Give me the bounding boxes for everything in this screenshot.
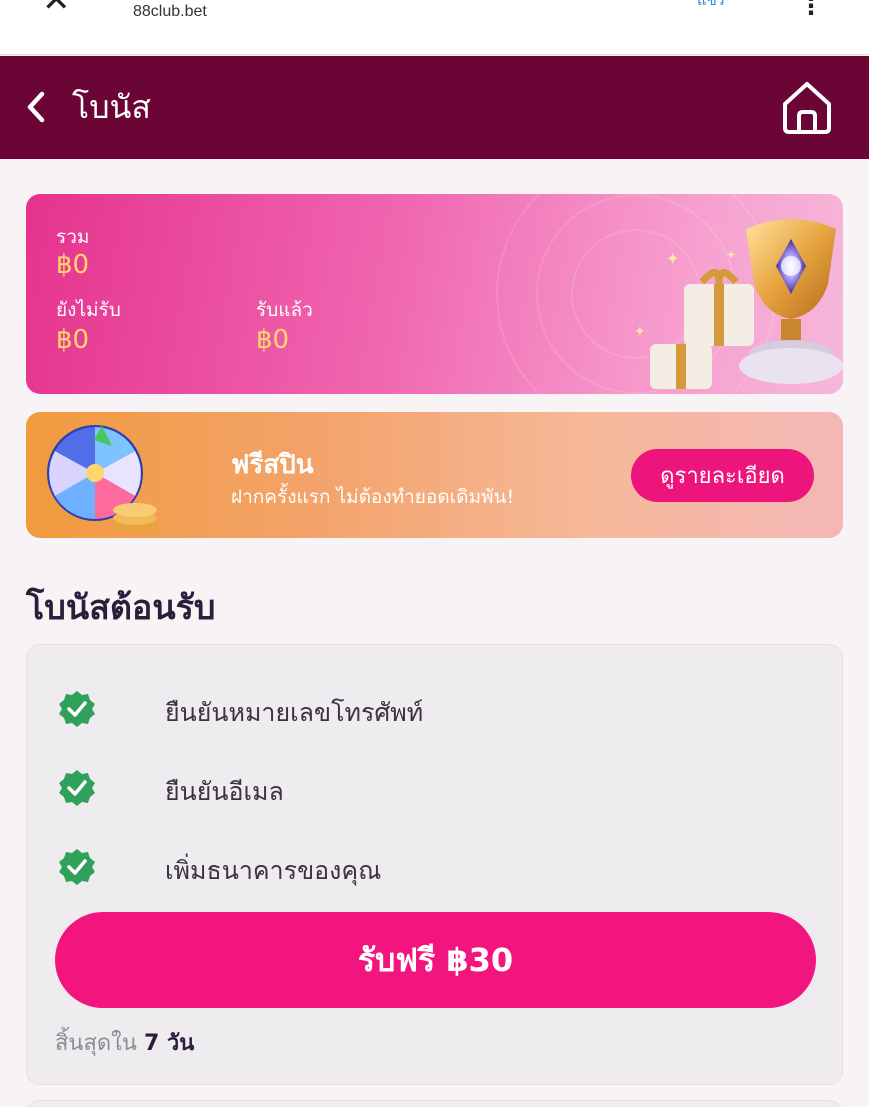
close-tab-icon[interactable]: ✕ bbox=[42, 0, 82, 17]
chevron-left-icon bbox=[27, 91, 45, 123]
task-label: ยืนยันอีเมล bbox=[165, 777, 284, 806]
browser-menu-icon[interactable]: ⋮ bbox=[799, 0, 823, 20]
page-title: โบนัส bbox=[72, 88, 151, 126]
task-item-verify-phone: ยืนยันหมายเลขโทรศัพท์ bbox=[57, 687, 797, 731]
claimed-label: รับแล้ว bbox=[256, 299, 313, 321]
svg-text:✦: ✦ bbox=[726, 248, 736, 262]
task-label: เพิ่มธนาคารของคุณ bbox=[165, 856, 382, 885]
total-label: รวม bbox=[56, 226, 90, 248]
next-bonus-card bbox=[26, 1100, 843, 1107]
svg-text:✦: ✦ bbox=[666, 249, 679, 268]
free-spin-subtitle: ฝากครั้งแรก ไม่ต้องทำยอดเดิมพัน! bbox=[231, 486, 515, 508]
task-item-add-bank: เพิ่มธนาคารของคุณ bbox=[57, 845, 797, 889]
task-label: ยืนยันหมายเลขโทรศัพท์ bbox=[165, 698, 424, 727]
browser-bar: ✕ 88club.bet แชร์ ⋮ bbox=[0, 0, 869, 55]
expiry-prefix: สิ้นสุดใน bbox=[55, 1031, 137, 1056]
task-item-verify-email: ยืนยันอีเมล bbox=[57, 766, 797, 810]
spin-wheel-icon bbox=[47, 425, 157, 533]
total-value: ฿0 bbox=[56, 250, 90, 280]
unclaimed-label: ยังไม่รับ bbox=[56, 299, 121, 321]
free-spin-banner[interactable]: ฟรีสปิน ฝากครั้งแรก ไม่ต้องทำยอดเดิมพัน!… bbox=[26, 412, 843, 538]
claim-free-bonus-button[interactable]: รับฟรี ฿30 bbox=[55, 912, 816, 1008]
expiry-text: สิ้นสุดใน 7 วัน bbox=[55, 1025, 194, 1060]
unclaimed-value: ฿0 bbox=[56, 325, 90, 355]
claimed-value: ฿0 bbox=[256, 325, 290, 355]
free-spin-title: ฟรีสปิน bbox=[231, 450, 314, 480]
browser-url[interactable]: 88club.bet bbox=[133, 3, 207, 21]
expiry-value: 7 วัน bbox=[143, 1031, 195, 1056]
verified-check-icon bbox=[59, 849, 95, 885]
verified-check-icon bbox=[59, 770, 95, 806]
verified-check-icon bbox=[59, 691, 95, 727]
welcome-bonus-card: ยืนยันหมายเลขโทรศัพท์ ยืนยันอีเมล เพิ่มธ… bbox=[26, 644, 843, 1085]
back-button[interactable] bbox=[22, 84, 54, 130]
browser-share-link[interactable]: แชร์ bbox=[697, 0, 725, 12]
home-icon bbox=[783, 82, 831, 134]
view-details-button[interactable]: ดูรายละเอียด bbox=[631, 449, 814, 502]
svg-text:✦: ✦ bbox=[634, 324, 646, 340]
bonus-summary-card: รวม ฿0 ยังไม่รับ ฿0 รับแล้ว ฿0 ✦ ✦ ✦ bbox=[26, 194, 843, 394]
trophy-gift-illustration: ✦ ✦ ✦ bbox=[634, 219, 843, 389]
home-button[interactable] bbox=[777, 78, 837, 136]
app-header: โบนัส bbox=[0, 56, 869, 159]
section-title-welcome-bonus: โบนัสต้อนรับ bbox=[26, 588, 216, 628]
